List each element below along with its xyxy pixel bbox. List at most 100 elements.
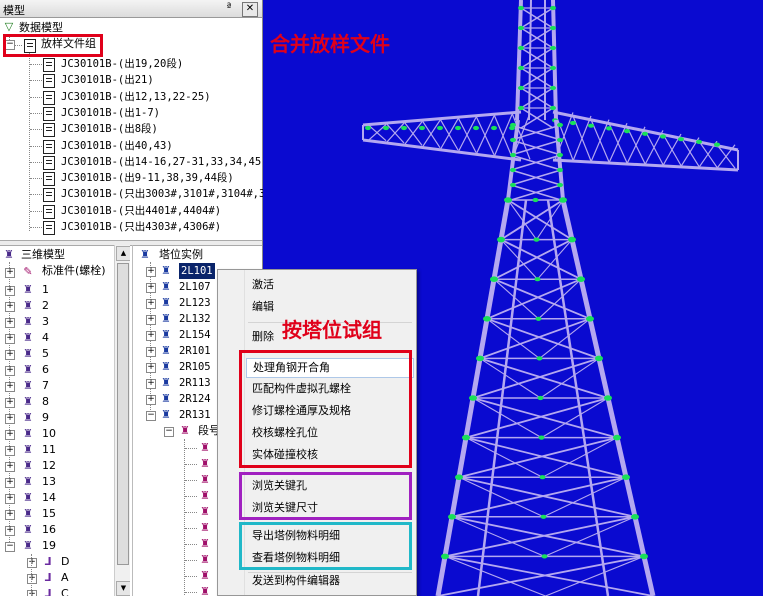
file-icon xyxy=(43,155,55,170)
instance-item[interactable]: 2R101 xyxy=(179,343,211,359)
expand-icon[interactable]: + xyxy=(5,350,15,360)
instance-item[interactable]: 2L154 xyxy=(179,327,211,343)
axis-icon: ⅃ xyxy=(44,555,52,568)
scroll-thumb[interactable] xyxy=(117,263,129,565)
file-item[interactable]: JC30101B-(只出4303#,4306#) xyxy=(61,219,221,235)
file-icon xyxy=(43,204,55,219)
expand-icon[interactable]: + xyxy=(5,398,15,408)
expand-icon[interactable]: + xyxy=(5,286,15,296)
segment-item[interactable]: 6 xyxy=(42,362,49,378)
segment-item[interactable]: 8 xyxy=(42,394,49,410)
file-item[interactable]: JC30101B-(只出3003#,3101#,3104#,3 xyxy=(61,186,265,202)
segment-item[interactable]: 1 xyxy=(42,282,49,298)
instance-item[interactable]: 2L132 xyxy=(179,311,211,327)
expand-icon[interactable]: + xyxy=(27,574,37,584)
segment-item[interactable]: 7 xyxy=(42,378,49,394)
file-item[interactable]: JC30101B-(出14-16,27-31,33,34,45) xyxy=(61,154,267,170)
file-item[interactable]: JC30101B-(出9-11,38,39,44段) xyxy=(61,170,234,186)
segment-item[interactable]: 3 xyxy=(42,314,49,330)
segment-item[interactable]: 12 xyxy=(42,458,56,474)
file-item[interactable]: JC30101B-(出8段) xyxy=(61,121,158,137)
expand-icon[interactable]: + xyxy=(146,331,156,341)
expand-icon[interactable]: + xyxy=(5,382,15,392)
scrollbar[interactable]: ▲ ▼ xyxy=(114,245,130,596)
file-item[interactable]: JC30101B-(出40,43) xyxy=(61,138,173,154)
expand-icon[interactable]: + xyxy=(5,302,15,312)
expand-icon[interactable]: + xyxy=(27,590,37,596)
expand-icon[interactable]: + xyxy=(5,430,15,440)
leg-item[interactable]: A xyxy=(61,570,69,586)
segment-item[interactable]: 15 xyxy=(42,506,56,522)
instance-item[interactable]: 2L101 xyxy=(179,263,215,279)
expand-icon[interactable]: + xyxy=(146,315,156,325)
file-item[interactable]: JC30101B-(出19,20段) xyxy=(61,56,183,72)
tower-joint xyxy=(559,197,567,203)
expand-icon[interactable]: + xyxy=(5,318,15,328)
expand-icon[interactable]: + xyxy=(5,510,15,520)
instance-item[interactable]: 2L107 xyxy=(179,279,211,295)
tower-joint xyxy=(588,123,594,128)
segment-item[interactable]: 14 xyxy=(42,490,56,506)
instance-item[interactable]: 2R131 xyxy=(179,407,211,423)
instance-item[interactable]: 2R124 xyxy=(179,391,211,407)
expand-icon[interactable]: + xyxy=(5,414,15,424)
instance-item[interactable]: 2R113 xyxy=(179,375,211,391)
expand-icon[interactable]: + xyxy=(5,446,15,456)
scroll-down-icon[interactable]: ▼ xyxy=(116,581,130,596)
expand-icon[interactable]: + xyxy=(5,526,15,536)
instance-item[interactable]: 2R105 xyxy=(179,359,211,375)
leg-item[interactable]: D xyxy=(61,554,69,570)
instance-item[interactable]: 2L123 xyxy=(179,295,211,311)
file-item[interactable]: JC30101B-(出1-7) xyxy=(61,105,160,121)
menu-item[interactable]: 激活 xyxy=(252,276,274,294)
tower-member xyxy=(542,437,618,478)
segment-item[interactable]: 5 xyxy=(42,346,49,362)
expand-icon[interactable]: + xyxy=(5,478,15,488)
tower-joint xyxy=(550,105,556,111)
expand-icon[interactable]: + xyxy=(5,462,15,472)
expand-icon[interactable]: + xyxy=(5,366,15,376)
expand-icon[interactable]: + xyxy=(27,558,37,568)
segment-item[interactable]: 9 xyxy=(42,410,49,426)
close-icon[interactable]: ✕ xyxy=(242,2,258,17)
file-item[interactable]: JC30101B-(出21) xyxy=(61,72,154,88)
tower-joint xyxy=(510,167,516,173)
expand-icon[interactable]: + xyxy=(5,334,15,344)
expand-icon[interactable]: + xyxy=(146,299,156,309)
tower-joint xyxy=(539,475,546,480)
standard-parts-label[interactable]: 标准件(螺栓) xyxy=(42,263,106,279)
segment-item[interactable]: 10 xyxy=(42,426,56,442)
expand-icon[interactable]: + xyxy=(5,268,15,278)
menu-item[interactable]: 发送到构件编辑器 xyxy=(252,572,340,590)
scroll-up-icon[interactable]: ▲ xyxy=(116,246,130,261)
tower-icon: ♜ xyxy=(200,441,210,454)
pin-icon[interactable]: ª xyxy=(222,1,236,15)
file-item[interactable]: JC30101B-(出12,13,22-25) xyxy=(61,89,211,105)
file-item[interactable]: JC30101B-(只出4401#,4404#) xyxy=(61,203,221,219)
tower-icon: ♜ xyxy=(23,315,33,328)
collapse-icon[interactable]: − xyxy=(164,427,174,437)
tower-joint xyxy=(383,125,389,131)
segment-item[interactable]: 16 xyxy=(42,522,56,538)
segment-item[interactable]: 2 xyxy=(42,298,49,314)
expand-icon[interactable]: + xyxy=(5,494,15,504)
segment-item[interactable]: 4 xyxy=(42,330,49,346)
tower-joint xyxy=(535,316,542,321)
expand-icon[interactable]: + xyxy=(146,395,156,405)
segment-item[interactable]: 11 xyxy=(42,442,56,458)
tower-icon: ♜ xyxy=(200,521,210,534)
expand-icon[interactable]: + xyxy=(146,363,156,373)
expand-icon[interactable]: + xyxy=(146,283,156,293)
leg-item[interactable]: C xyxy=(61,586,69,596)
collapse-icon[interactable]: − xyxy=(146,411,156,421)
tower-icon: ♜ xyxy=(23,475,33,488)
expand-icon[interactable]: + xyxy=(146,267,156,277)
tower-member xyxy=(465,436,627,479)
menu-item[interactable]: 编辑 xyxy=(252,298,274,316)
expand-icon[interactable]: + xyxy=(146,347,156,357)
segment-item[interactable]: 19 xyxy=(42,538,56,554)
collapse-icon[interactable]: − xyxy=(5,542,15,552)
menu-item[interactable]: 删除 xyxy=(252,328,274,346)
segment-item[interactable]: 13 xyxy=(42,474,56,490)
expand-icon[interactable]: + xyxy=(146,379,156,389)
